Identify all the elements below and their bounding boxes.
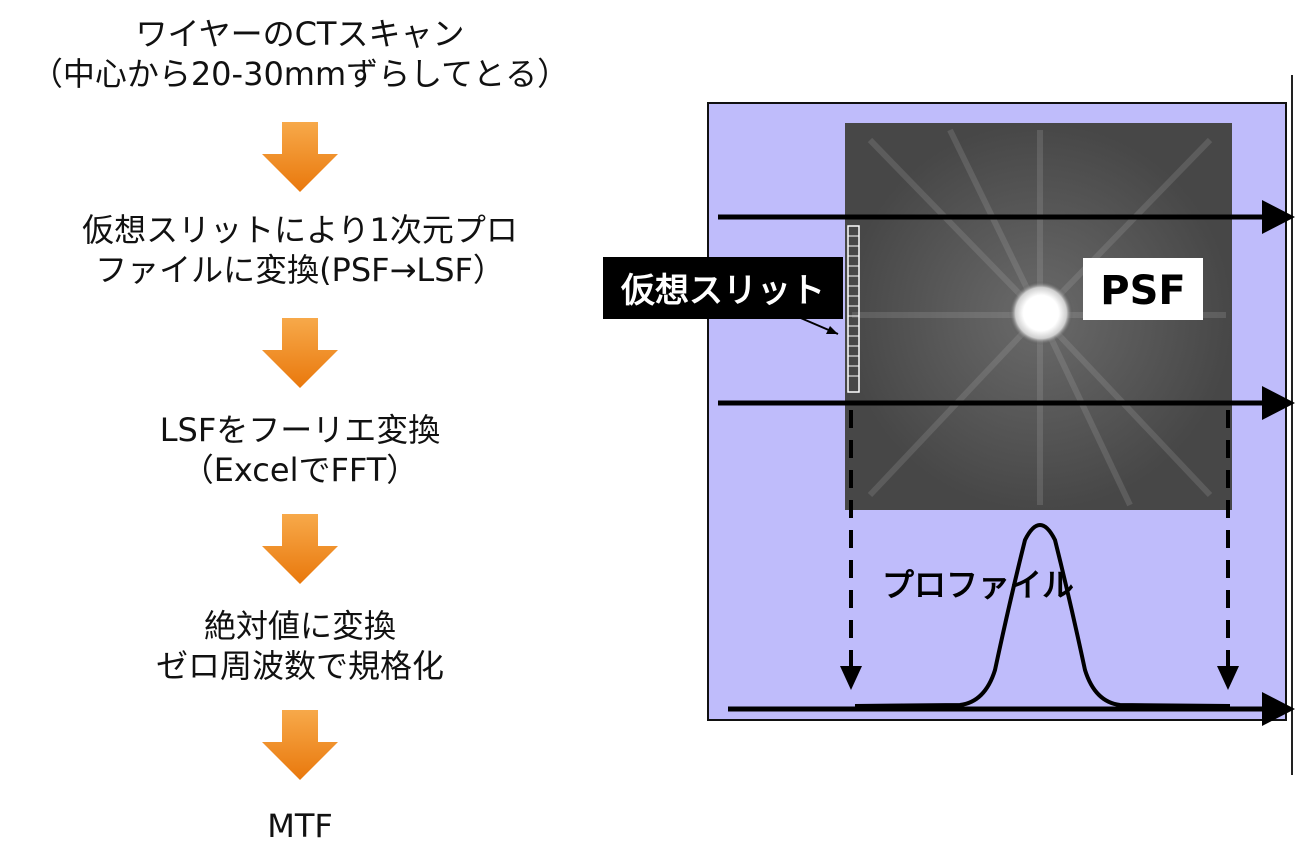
psf-point (1009, 281, 1073, 345)
psf-label: PSF (1100, 268, 1185, 314)
slit-label: 仮想スリット (620, 271, 825, 311)
profile-label: プロファイル (882, 566, 1074, 604)
psf-diagram: 仮想スリット PSF プロファイル (603, 75, 1295, 775)
